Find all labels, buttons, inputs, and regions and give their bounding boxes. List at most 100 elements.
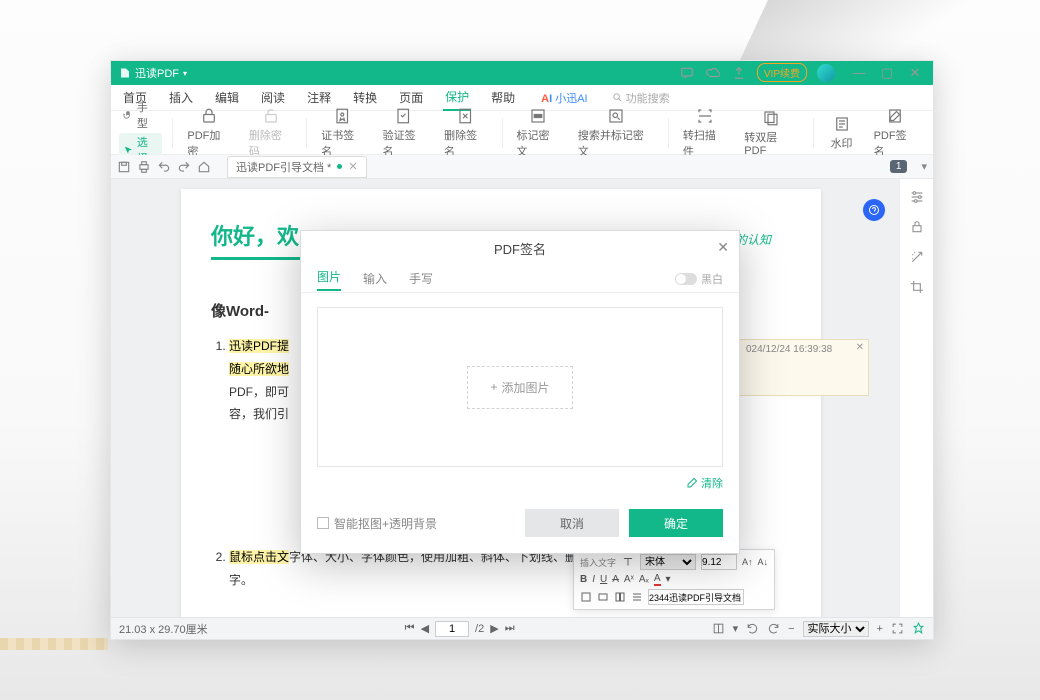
window-controls: VIP续费 ― ▢ ✕: [679, 63, 923, 82]
font-decrease-icon[interactable]: A↓: [758, 557, 769, 567]
feature-search[interactable]: 功能搜索: [612, 90, 670, 106]
prev-page-icon[interactable]: ◀: [421, 622, 429, 635]
cloud-icon[interactable]: [705, 65, 721, 81]
cursor-icon: [123, 145, 134, 156]
lock-icon: [200, 107, 218, 125]
zoom-select[interactable]: 实际大小: [803, 621, 869, 637]
settings-slider-icon[interactable]: [909, 189, 925, 205]
ok-button[interactable]: 确定: [629, 509, 723, 537]
text-dropdown-icon[interactable]: ▾: [666, 574, 671, 585]
text-format-toolbar[interactable]: 插入文字 宋体 A↑ A↓ B I U A Aˣ Aₓ A ▾: [573, 549, 775, 610]
font-increase-icon[interactable]: A↑: [742, 557, 753, 567]
signature-canvas: + 添加图片: [317, 307, 723, 467]
maximize-icon[interactable]: ▢: [879, 65, 895, 81]
document-tab[interactable]: 迅读PDF引导文档 * ✕: [227, 156, 367, 178]
app-title: 迅读PDF ▾: [119, 65, 187, 81]
dialog-title-bar: PDF签名 ✕: [301, 231, 739, 265]
tt-icon-3[interactable]: [614, 591, 626, 603]
smart-cutout-checkbox[interactable]: 智能抠图+透明背景: [317, 515, 437, 532]
app-logo-icon: [119, 67, 131, 79]
font-color-icon[interactable]: A: [654, 573, 661, 586]
crop-panel-icon[interactable]: [909, 279, 925, 295]
vip-badge[interactable]: VIP续费: [757, 63, 807, 82]
next-page-icon[interactable]: ▶: [490, 622, 498, 635]
blackwhite-toggle[interactable]: 黑白: [675, 271, 723, 287]
user-avatar[interactable]: [817, 64, 835, 82]
page-number-input[interactable]: [435, 621, 469, 637]
tt-icon-4[interactable]: [631, 591, 643, 603]
tab-handwrite[interactable]: 手写: [409, 270, 433, 287]
fullscreen-icon[interactable]: [891, 622, 904, 635]
right-sidebar: [899, 179, 933, 617]
dual-pdf-icon: [762, 109, 780, 127]
strike-icon[interactable]: A: [612, 574, 619, 585]
verify-icon: [395, 107, 413, 125]
redo-icon[interactable]: [177, 160, 191, 174]
tool-remove-password[interactable]: 删除密码: [241, 105, 300, 161]
home-icon[interactable]: [197, 160, 211, 174]
magic-wand-icon[interactable]: [909, 249, 925, 265]
search-redact-icon: [607, 107, 625, 125]
tool-to-dual-pdf[interactable]: 转双层PDF: [736, 107, 806, 159]
toggle-switch-icon[interactable]: [675, 273, 697, 285]
scan-icon: [696, 107, 714, 125]
rotate-left-icon[interactable]: [746, 622, 759, 635]
tool-delete-sign[interactable]: 删除签名: [436, 105, 495, 161]
delete-sign-icon: [457, 107, 475, 125]
hand-tool[interactable]: 手型: [119, 98, 162, 132]
tab-menu-icon[interactable]: ▾: [921, 160, 927, 173]
tool-to-scan[interactable]: 转扫描件: [675, 105, 734, 161]
font-select[interactable]: 宋体: [640, 554, 696, 570]
dialog-title: PDF签名: [494, 239, 546, 258]
tool-search-redact[interactable]: 搜索并标记密文: [570, 105, 662, 161]
watermark-icon: [833, 115, 851, 133]
zoom-in-icon[interactable]: +: [877, 623, 883, 635]
subscript-icon[interactable]: Aₓ: [639, 574, 649, 585]
font-size-input[interactable]: [701, 554, 737, 570]
chat-icon[interactable]: [679, 65, 695, 81]
floating-assist-icon[interactable]: [863, 199, 885, 221]
tab-close-icon[interactable]: ✕: [348, 160, 357, 173]
last-page-icon[interactable]: ⏭: [505, 622, 515, 635]
toolbar: 手型 选择 PDF加密 删除密码 证书签名 验证签名 删除签名 标记密文 搜索并…: [111, 111, 933, 155]
tool-encrypt[interactable]: PDF加密: [179, 105, 238, 161]
undo-icon[interactable]: [157, 160, 171, 174]
minimize-icon[interactable]: ―: [851, 65, 867, 81]
sticky-note[interactable]: ✕ 024/12/24 16:39:38: [739, 339, 869, 396]
save-icon[interactable]: [117, 160, 131, 174]
text-t-icon[interactable]: [621, 555, 635, 569]
tool-redact[interactable]: 标记密文: [508, 105, 567, 161]
first-page-icon[interactable]: ⏮: [405, 622, 415, 635]
tt-icon-1[interactable]: [580, 591, 592, 603]
pin-icon[interactable]: [912, 622, 925, 635]
italic-icon[interactable]: I: [592, 574, 595, 585]
layout-icon[interactable]: [712, 622, 725, 635]
clear-button[interactable]: 清除: [317, 475, 723, 491]
tt-icon-2[interactable]: [597, 591, 609, 603]
rotate-right-icon[interactable]: [767, 622, 780, 635]
tool-cert-sign[interactable]: 证书签名: [313, 105, 372, 161]
superscript-icon[interactable]: Aˣ: [624, 574, 634, 585]
bold-icon[interactable]: B: [580, 574, 587, 585]
add-image-button[interactable]: + 添加图片: [467, 366, 572, 409]
tab-image[interactable]: 图片: [317, 268, 341, 291]
underline-icon[interactable]: U: [600, 574, 607, 585]
tt-file-field[interactable]: [648, 589, 744, 605]
lock-panel-icon[interactable]: [909, 219, 925, 235]
cancel-button[interactable]: 取消: [525, 509, 619, 537]
quick-launch: [117, 160, 211, 174]
close-icon[interactable]: ✕: [907, 65, 923, 81]
print-icon[interactable]: [137, 160, 151, 174]
dropdown-icon[interactable]: ▾: [183, 69, 187, 78]
dialog-close-icon[interactable]: ✕: [717, 239, 729, 256]
tool-watermark[interactable]: 水印: [820, 113, 864, 153]
tool-pdf-sign[interactable]: PDF签名: [866, 105, 925, 161]
note-close-icon[interactable]: ✕: [856, 342, 864, 353]
tab-input[interactable]: 输入: [363, 270, 387, 287]
share-icon[interactable]: [731, 65, 747, 81]
tool-verify-sign[interactable]: 验证签名: [375, 105, 434, 161]
xai-button[interactable]: AI 小迅AI: [541, 90, 587, 106]
zoom-out-icon[interactable]: −: [788, 623, 794, 635]
page-badge: 1: [890, 160, 908, 173]
layout-dropdown-icon[interactable]: ▾: [733, 622, 739, 635]
